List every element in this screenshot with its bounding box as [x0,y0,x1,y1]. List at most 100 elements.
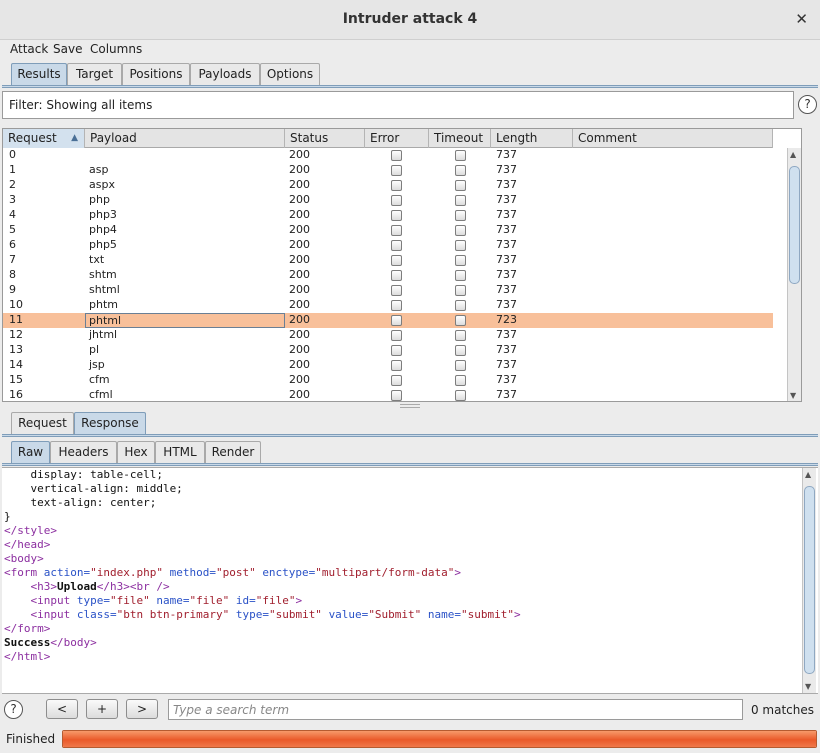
search-input[interactable] [168,699,743,720]
table-row[interactable]: 13 pl 200 737 [3,343,773,358]
table-row[interactable]: 10 phtm 200 737 [3,298,773,313]
editor-scroll-down-icon[interactable]: ▼ [805,682,811,691]
tab-headers[interactable]: Headers [50,441,117,463]
menu-columns[interactable]: Columns [90,42,142,56]
error-checkbox[interactable] [391,285,402,296]
menu-save[interactable]: Save [53,42,82,56]
tab-target[interactable]: Target [67,63,122,85]
tab-options[interactable]: Options [260,63,320,85]
table-row[interactable]: 15 cfm 200 737 [3,373,773,388]
error-checkbox[interactable] [391,150,402,161]
column-header-timeout[interactable]: Timeout [429,129,491,148]
column-header-payload[interactable]: Payload [85,129,285,148]
table-row[interactable]: 3 php 200 737 [3,193,773,208]
scroll-thumb[interactable] [789,166,800,284]
error-checkbox[interactable] [391,315,402,326]
table-row[interactable]: 16 cfml 200 737 [3,388,773,401]
column-header-error[interactable]: Error [365,129,429,148]
timeout-checkbox[interactable] [455,240,466,251]
error-checkbox[interactable] [391,165,402,176]
timeout-checkbox[interactable] [455,270,466,281]
column-header-request[interactable]: Request ▲ [3,129,85,148]
code-token: value= [328,608,369,621]
table-row[interactable]: 7 txt 200 737 [3,253,773,268]
response-editor[interactable]: display: table-cell; vertical-align: mid… [2,467,818,694]
code-token: "btn btn-primary" [116,608,236,621]
error-checkbox[interactable] [391,210,402,221]
error-checkbox[interactable] [391,345,402,356]
error-checkbox[interactable] [391,270,402,281]
timeout-checkbox[interactable] [455,150,466,161]
next-match-button[interactable]: > [126,699,158,719]
timeout-checkbox[interactable] [455,195,466,206]
pane-splitter[interactable] [400,404,420,408]
previous-match-button[interactable]: < [46,699,78,719]
cell-status: 200 [289,223,310,236]
table-row[interactable]: 1 asp 200 737 [3,163,773,178]
error-checkbox[interactable] [391,180,402,191]
results-scrollbar[interactable]: ▲ ▼ [787,148,801,401]
table-row[interactable]: 11 phtml 200 723 [3,313,773,328]
scroll-down-icon[interactable]: ▼ [790,391,796,400]
tab-response[interactable]: Response [74,412,146,434]
scroll-up-icon[interactable]: ▲ [790,150,796,159]
menu-attack[interactable]: Attack [10,42,48,56]
timeout-checkbox[interactable] [455,285,466,296]
close-icon[interactable]: ✕ [795,10,808,28]
tab-render[interactable]: Render [205,441,261,463]
code-token: display: table-cell; [4,468,163,481]
column-header-comment[interactable]: Comment [573,129,773,148]
cell-request: 5 [9,223,16,236]
timeout-checkbox[interactable] [455,255,466,266]
timeout-checkbox[interactable] [455,180,466,191]
table-row[interactable]: 14 jsp 200 737 [3,358,773,373]
table-row[interactable]: 8 shtm 200 737 [3,268,773,283]
table-row[interactable]: 6 php5 200 737 [3,238,773,253]
timeout-checkbox[interactable] [455,225,466,236]
error-checkbox[interactable] [391,225,402,236]
error-checkbox[interactable] [391,360,402,371]
table-row[interactable]: 0 200 737 [3,148,773,163]
tab-payloads[interactable]: Payloads [190,63,260,85]
tab-html[interactable]: HTML [155,441,205,463]
timeout-checkbox[interactable] [455,210,466,221]
cell-request: 14 [9,358,23,371]
timeout-checkbox[interactable] [455,345,466,356]
column-header-status[interactable]: Status [285,129,365,148]
tab-results[interactable]: Results [11,63,67,85]
error-checkbox[interactable] [391,240,402,251]
table-row[interactable]: 2 aspx 200 737 [3,178,773,193]
error-checkbox[interactable] [391,255,402,266]
timeout-checkbox[interactable] [455,330,466,341]
help-icon[interactable]: ? [798,95,817,114]
search-help-icon[interactable]: ? [4,700,23,719]
timeout-checkbox[interactable] [455,165,466,176]
editor-scrollbar[interactable]: ▲ ▼ [802,468,816,693]
filter-bar[interactable]: Filter: Showing all items [2,91,794,119]
error-checkbox[interactable] [391,375,402,386]
add-search-button[interactable]: + [86,699,118,719]
timeout-checkbox[interactable] [455,390,466,401]
table-row[interactable]: 9 shtml 200 737 [3,283,773,298]
timeout-checkbox[interactable] [455,360,466,371]
timeout-checkbox[interactable] [455,300,466,311]
error-checkbox[interactable] [391,330,402,341]
tab-request[interactable]: Request [11,412,74,434]
table-row[interactable]: 12 jhtml 200 737 [3,328,773,343]
editor-scroll-up-icon[interactable]: ▲ [805,470,811,479]
timeout-checkbox[interactable] [455,315,466,326]
error-checkbox[interactable] [391,195,402,206]
tab-raw[interactable]: Raw [11,441,50,463]
error-checkbox[interactable] [391,390,402,401]
code-token: Success [4,636,51,649]
table-row[interactable]: 4 php3 200 737 [3,208,773,223]
timeout-checkbox[interactable] [455,375,466,386]
column-header-length[interactable]: Length [491,129,573,148]
tab-divider [2,85,818,88]
editor-scroll-thumb[interactable] [804,486,815,674]
tab-hex[interactable]: Hex [117,441,155,463]
table-row[interactable]: 5 php4 200 737 [3,223,773,238]
tab-positions[interactable]: Positions [122,63,190,85]
cell-length: 737 [496,193,517,206]
error-checkbox[interactable] [391,300,402,311]
